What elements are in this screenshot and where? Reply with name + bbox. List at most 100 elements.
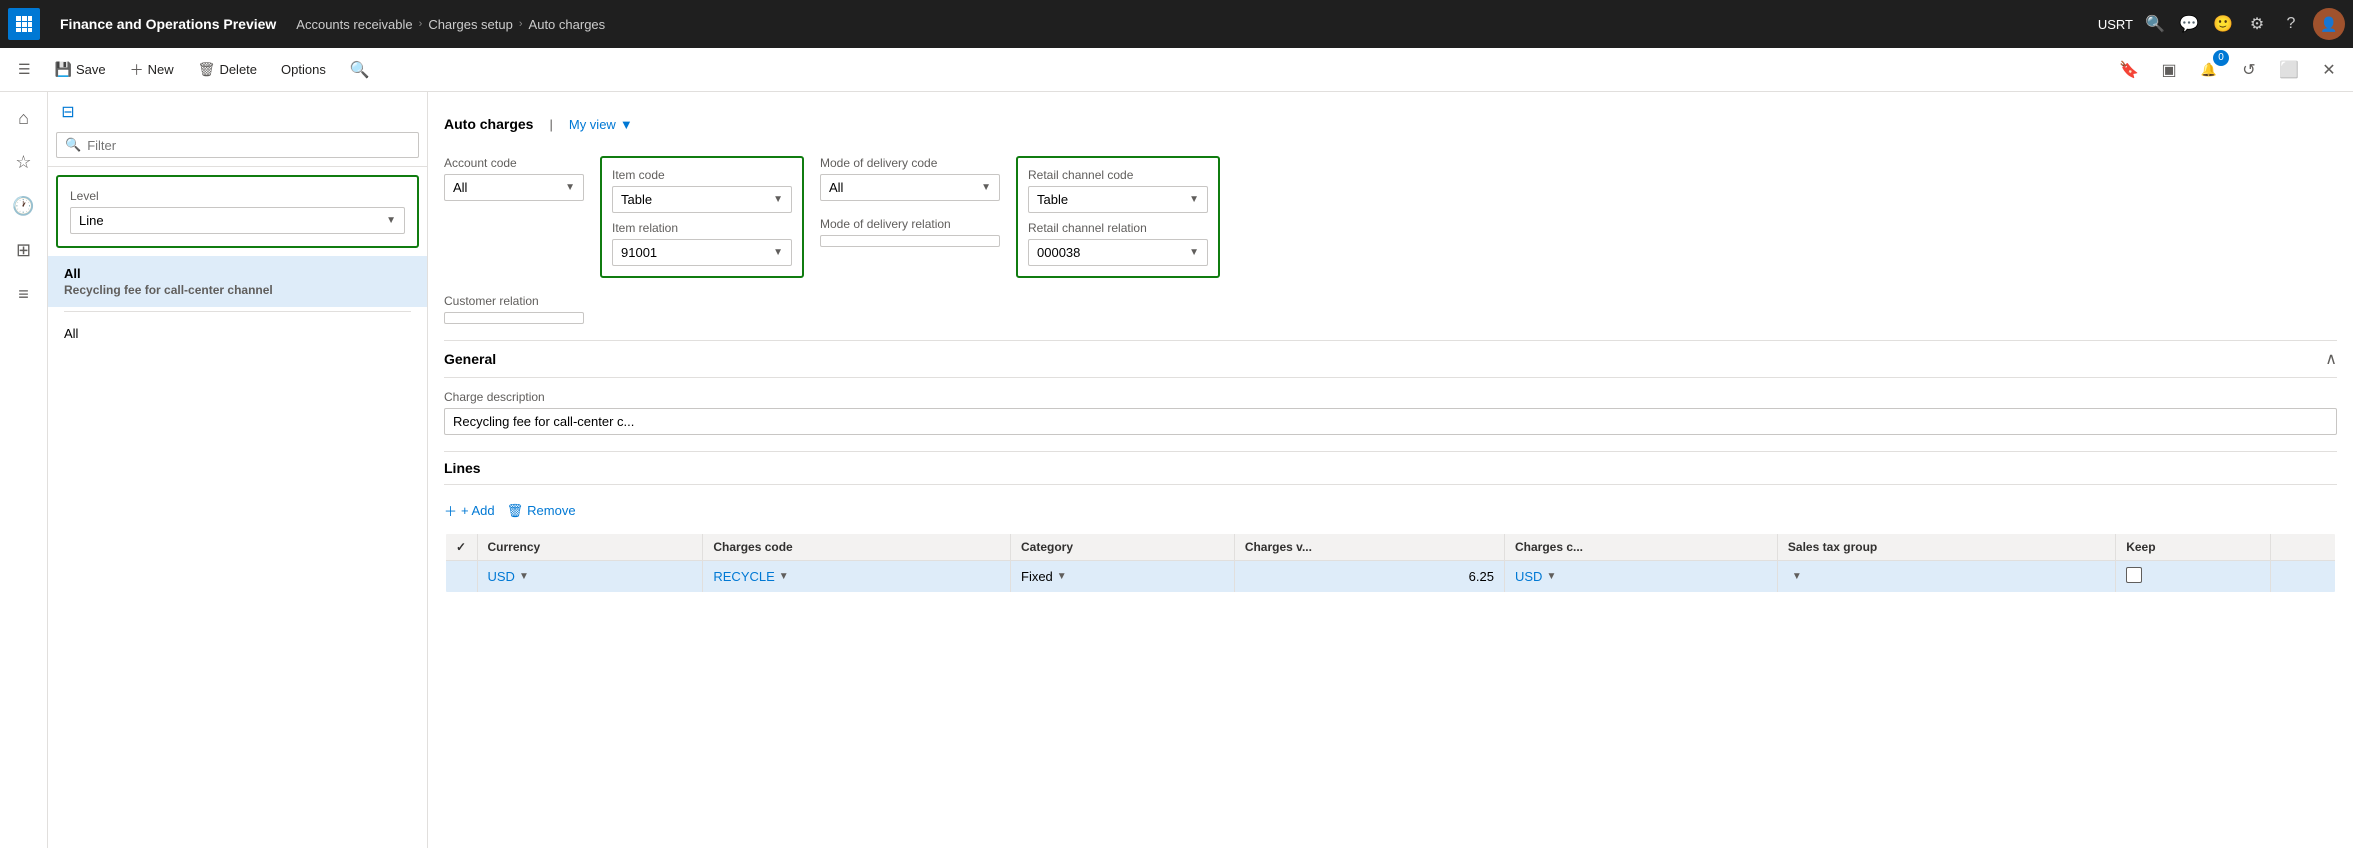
item-code-value: Table (621, 192, 652, 207)
mode-delivery-label: Mode of delivery code (820, 156, 1000, 170)
currency-dropdown[interactable]: USD ▼ (488, 569, 693, 584)
account-code-select[interactable]: All ▼ (444, 174, 584, 201)
breadcrumb-item-3[interactable]: Auto charges (529, 17, 606, 32)
charges-currency-arrow[interactable]: ▼ (1546, 571, 1556, 582)
mode-delivery-group: Mode of delivery code All ▼ Mode of deli… (820, 156, 1000, 278)
filter-search-icon[interactable]: 🔍 (348, 58, 372, 82)
delete-icon: 🗑 (198, 61, 216, 78)
customer-relation-label: Customer relation (444, 294, 584, 308)
mode-delivery-select[interactable]: All ▼ (820, 174, 1000, 201)
general-section-collapse[interactable]: ∧ (2325, 349, 2337, 369)
charges-code-dropdown[interactable]: RECYCLE ▼ (713, 569, 1000, 584)
keep-checkbox[interactable] (2126, 567, 2142, 583)
settings-nav-icon[interactable]: ⚙ (2245, 12, 2269, 36)
item-code-label: Item code (612, 168, 792, 182)
charges-code-arrow[interactable]: ▼ (779, 571, 789, 582)
expand-icon[interactable]: ⬜ (2273, 54, 2305, 86)
retail-channel-relation-value: 000038 (1037, 245, 1080, 260)
options-button[interactable]: Options (271, 58, 336, 81)
mode-delivery-relation-select[interactable] (820, 235, 1000, 247)
row-sales-tax-group[interactable]: ▼ (1777, 561, 2115, 594)
retail-channel-code-label: Retail channel code (1028, 168, 1208, 182)
row-keep[interactable] (2116, 561, 2270, 594)
account-code-label: Account code (444, 156, 584, 170)
level-label: Level (70, 189, 405, 203)
fields-row-2: Customer relation (444, 294, 2337, 324)
lines-section-header: Lines (444, 451, 2337, 485)
row-charges-value[interactable]: 6.25 (1234, 561, 1504, 594)
remove-line-button[interactable]: 🗑 Remove (507, 499, 576, 523)
add-line-label: + Add (461, 503, 495, 518)
table-row: USD ▼ RECYCLE ▼ (445, 561, 2336, 594)
customer-relation-select[interactable] (444, 312, 584, 324)
help-nav-icon[interactable]: ? (2279, 12, 2303, 36)
charge-description-field[interactable]: Recycling fee for call-center c... (444, 408, 2337, 435)
notification-icon[interactable]: 🔔 0 (2193, 54, 2225, 86)
col-charges-currency: Charges c... (1504, 533, 1777, 561)
options-label: Options (281, 62, 326, 77)
search-nav-icon[interactable]: 🔍 (2143, 12, 2167, 36)
level-dropdown-area: Level Line ▼ (56, 175, 419, 248)
list-item-all-sub: Recycling fee for call-center channel (64, 283, 411, 297)
currency-dropdown-arrow[interactable]: ▼ (519, 571, 529, 582)
close-icon[interactable]: ✕ (2313, 54, 2345, 86)
retail-channel-code-group: Retail channel code Table ▼ (1028, 168, 1208, 213)
category-arrow[interactable]: ▼ (1057, 571, 1067, 582)
mode-delivery-value: All (829, 180, 843, 195)
filter-input[interactable] (87, 138, 410, 153)
list-panel: ⊟ 🔍 Level Line ▼ All Recycling fee for c… (48, 92, 428, 848)
sales-tax-group-dropdown[interactable]: ▼ (1788, 571, 2105, 582)
filter-icon[interactable]: ⊟ (56, 100, 80, 124)
row-check-col (445, 561, 477, 594)
table-header-row: ✓ Currency Charges code Category Charges… (445, 533, 2336, 561)
breadcrumb-item-1[interactable]: Accounts receivable (296, 17, 412, 32)
list-icon[interactable]: ≡ (6, 276, 42, 312)
list-item-all2[interactable]: All (48, 316, 427, 351)
col-charges-value: Charges v... (1234, 533, 1504, 561)
user-avatar[interactable]: 👤 (2313, 8, 2345, 40)
row-charges-code[interactable]: RECYCLE ▼ (703, 561, 1011, 594)
form-header: Auto charges | My view ▼ (444, 108, 2337, 144)
refresh-icon[interactable]: ↺ (2233, 54, 2265, 86)
save-button[interactable]: 💾 Save (45, 57, 116, 82)
row-currency[interactable]: USD ▼ (477, 561, 703, 594)
retail-channel-relation-select[interactable]: 000038 ▼ (1028, 239, 1208, 266)
account-code-group: Account code All ▼ (444, 156, 584, 278)
charges-currency-dropdown[interactable]: USD ▼ (1515, 569, 1767, 584)
charges-code-value: RECYCLE (713, 569, 774, 584)
save-icon: 💾 (55, 61, 72, 78)
retail-channel-code-select[interactable]: Table ▼ (1028, 186, 1208, 213)
delete-button[interactable]: 🗑 Delete (188, 57, 267, 82)
new-button[interactable]: ＋ New (120, 56, 184, 84)
bookmark-icon[interactable]: 🔖 (2113, 54, 2145, 86)
breadcrumb-sep-1: › (419, 18, 423, 30)
panel-icon[interactable]: ▣ (2153, 54, 2185, 86)
top-nav: Finance and Operations Preview Accounts … (0, 0, 2353, 48)
my-view-button[interactable]: My view ▼ (569, 117, 633, 132)
row-category[interactable]: Fixed ▼ (1011, 561, 1235, 594)
clock-icon[interactable]: 🕐 (6, 188, 42, 224)
smiley-nav-icon[interactable]: 🙂 (2211, 12, 2235, 36)
form-separator: | (549, 117, 552, 132)
item-relation-select[interactable]: 91001 ▼ (612, 239, 792, 266)
home-icon[interactable]: ⌂ (6, 100, 42, 136)
grid-icon[interactable]: ⊞ (6, 232, 42, 268)
app-grid-button[interactable] (8, 8, 40, 40)
star-icon[interactable]: ☆ (6, 144, 42, 180)
chat-nav-icon[interactable]: 💬 (2177, 12, 2201, 36)
level-dropdown[interactable]: Line ▼ (70, 207, 405, 234)
item-code-select[interactable]: Table ▼ (612, 186, 792, 213)
category-dropdown[interactable]: Fixed ▼ (1021, 569, 1224, 584)
fields-row-1: Account code All ▼ Item code Table ▼ (444, 156, 2337, 278)
filter-input-wrap[interactable]: 🔍 (56, 132, 419, 158)
row-charges-currency[interactable]: USD ▼ (1504, 561, 1777, 594)
add-line-button[interactable]: ＋ + Add (444, 497, 495, 524)
list-item-all[interactable]: All Recycling fee for call-center channe… (48, 256, 427, 307)
col-currency: Currency (477, 533, 703, 561)
breadcrumb-item-2[interactable]: Charges setup (428, 17, 513, 32)
sales-tax-group-arrow[interactable]: ▼ (1792, 571, 1802, 582)
hamburger-button[interactable]: ☰ (8, 57, 41, 82)
list-item-all-name: All (64, 266, 411, 281)
nav-right: USRT 🔍 💬 🙂 ⚙ ? 👤 (2098, 8, 2345, 40)
col-extra (2270, 533, 2336, 561)
